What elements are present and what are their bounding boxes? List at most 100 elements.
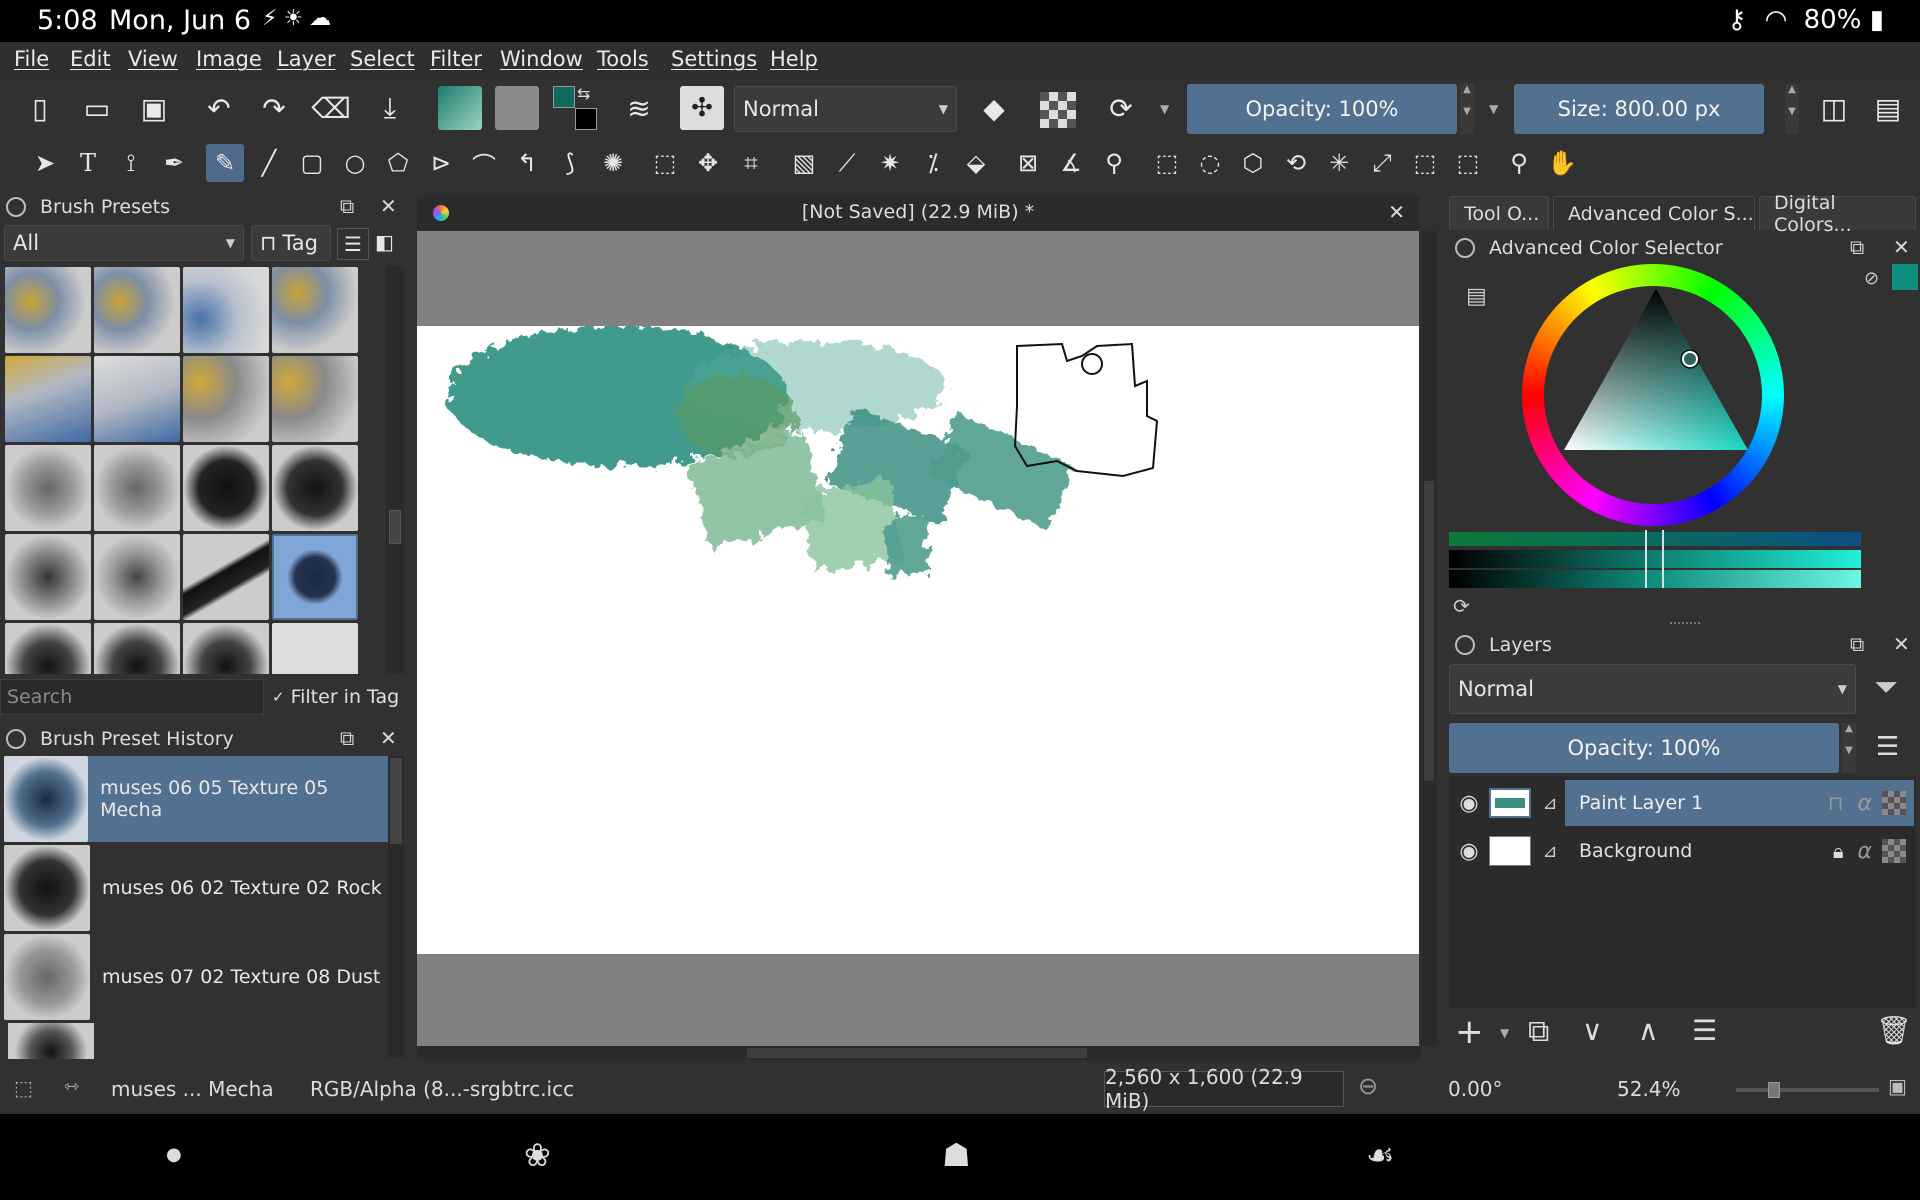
hue-shade-slider[interactable] bbox=[1449, 532, 1861, 546]
brush-preset-thumb[interactable] bbox=[272, 356, 358, 442]
history-thumb[interactable] bbox=[8, 1023, 94, 1059]
line-tool-icon[interactable]: ╱ bbox=[250, 144, 288, 182]
layer-name-cell[interactable]: Background 🔒︎ α bbox=[1565, 828, 1914, 874]
dock-lock-icon[interactable] bbox=[6, 197, 26, 217]
dock-splitter[interactable] bbox=[1670, 622, 1700, 625]
canvas-horizontal-scrollbar[interactable] bbox=[417, 1046, 1421, 1060]
eye-icon[interactable]: ◉ bbox=[1449, 839, 1489, 864]
refresh-icon[interactable]: ⟳ bbox=[1453, 594, 1470, 618]
layer-row[interactable]: ◉ ⊿ Paint Layer 1 ⊓ α bbox=[1449, 780, 1916, 826]
layer-menu-icon[interactable]: ☰ bbox=[1876, 732, 1899, 762]
workspace-icon[interactable]: ▤ bbox=[1868, 88, 1908, 128]
eye-icon[interactable]: ◉ bbox=[1449, 791, 1489, 816]
filter-in-tag-checkbox[interactable]: ✓ Filter in Tag bbox=[272, 686, 399, 708]
move-tool-icon[interactable]: ✥ bbox=[689, 144, 727, 182]
mirror-horizontal-icon[interactable]: ◫ bbox=[1814, 88, 1854, 128]
size-slider[interactable]: Size: 800.00 px bbox=[1514, 84, 1764, 134]
dock-lock-icon[interactable] bbox=[6, 729, 26, 749]
reload-preset-icon[interactable]: ⟳ bbox=[1101, 88, 1141, 128]
brush-preset-thumb[interactable] bbox=[5, 267, 91, 353]
no-color-icon[interactable]: ⊘ bbox=[1864, 268, 1879, 289]
wrap-around-icon[interactable]: ⇿ bbox=[64, 1076, 79, 1097]
bezier-tool-icon[interactable]: ⌒ bbox=[465, 144, 503, 182]
rectangle-tool-icon[interactable]: ▢ bbox=[293, 144, 331, 182]
redo-icon[interactable]: ↷ bbox=[254, 88, 294, 128]
brush-preset-thumb[interactable] bbox=[5, 623, 91, 674]
swap-colors-icon[interactable]: ⇆ bbox=[577, 84, 590, 103]
opacity-spinner[interactable]: ▲ ▼ bbox=[1460, 84, 1474, 134]
tag-filter-select[interactable]: All ▼ bbox=[4, 225, 244, 261]
chevron-down-icon[interactable]: ▼ bbox=[1500, 1026, 1509, 1040]
paw-icon[interactable]: ❀ bbox=[524, 1136, 551, 1174]
close-icon[interactable]: ✕ bbox=[380, 726, 397, 750]
brush-preset-thumb-selected[interactable] bbox=[272, 534, 358, 620]
freehand-path-tool-icon[interactable]: ↰ bbox=[508, 144, 546, 182]
select-shapes-tool-icon[interactable]: ➤ bbox=[26, 144, 64, 182]
measure-tool-icon[interactable]: ∡ bbox=[1052, 144, 1090, 182]
polyline-tool-icon[interactable]: ⊳ bbox=[422, 144, 460, 182]
menu-file[interactable]: File bbox=[14, 47, 49, 71]
value-shade-slider[interactable] bbox=[1449, 550, 1861, 568]
preset-scrollbar[interactable] bbox=[386, 266, 404, 674]
close-icon[interactable]: ✕ bbox=[1893, 632, 1910, 656]
open-folder-icon[interactable]: ▭ bbox=[77, 88, 117, 128]
history-item[interactable]: muses 06 05 Texture 05 Mecha bbox=[4, 756, 390, 842]
brush-preset-thumb[interactable] bbox=[5, 356, 91, 442]
freehand-brush-tool-icon[interactable]: ✎ bbox=[206, 144, 244, 182]
menu-layer[interactable]: Layer bbox=[277, 47, 336, 71]
close-icon[interactable]: ✕ bbox=[1893, 235, 1910, 259]
brush-preset-thumb[interactable] bbox=[94, 534, 180, 620]
assistant-tool-icon[interactable]: ⁒ bbox=[914, 144, 952, 182]
smart-patch-tool-icon[interactable]: ✷ bbox=[871, 144, 909, 182]
selection-mode-icon[interactable]: ⬚ bbox=[14, 1076, 33, 1100]
edit-shapes-tool-icon[interactable]: ⟟ bbox=[112, 144, 150, 182]
ellipse-select-tool-icon[interactable]: ◌ bbox=[1191, 144, 1229, 182]
unlock-icon[interactable]: ⊓ bbox=[1828, 791, 1844, 815]
brush-preset-thumb[interactable] bbox=[94, 445, 180, 531]
canvas-paper[interactable] bbox=[417, 326, 1419, 954]
add-layer-icon[interactable]: + bbox=[1455, 1012, 1484, 1052]
float-dock-icon[interactable]: ⧉ bbox=[1850, 632, 1864, 656]
foreground-color[interactable] bbox=[553, 86, 575, 108]
saturation-value-triangle[interactable] bbox=[1522, 264, 1784, 526]
layer-blend-mode-select[interactable]: Normal ▼ bbox=[1449, 664, 1856, 714]
chevron-down-icon[interactable]: ▼ bbox=[1160, 102, 1169, 116]
layer-row[interactable]: ◉ ⊿ Background 🔒︎ α bbox=[1449, 828, 1916, 874]
brush-preset-thumb[interactable] bbox=[272, 623, 358, 674]
dock-lock-icon[interactable] bbox=[1455, 238, 1475, 258]
cat-home-icon[interactable]: ☗ bbox=[942, 1136, 971, 1174]
multibrush-tool-icon[interactable]: ✺ bbox=[594, 144, 632, 182]
magnetic-select-tool-icon[interactable]: ⬚ bbox=[1449, 144, 1487, 182]
rect-select-tool-icon[interactable]: ⬚ bbox=[1148, 144, 1186, 182]
view-mode-icon[interactable]: ☰ bbox=[337, 228, 369, 260]
canvas-vertical-scrollbar[interactable] bbox=[1421, 231, 1437, 1046]
lock-icon[interactable]: 🔒︎ bbox=[1833, 839, 1844, 863]
alpha-lock-icon[interactable] bbox=[1040, 92, 1076, 128]
layer-filter-icon[interactable]: ⏷ bbox=[1874, 670, 1898, 705]
brush-settings-icon[interactable]: ≋ bbox=[619, 88, 659, 128]
brush-preset-thumb[interactable] bbox=[5, 445, 91, 531]
new-document-icon[interactable]: ▯ bbox=[20, 88, 60, 128]
size-spinner[interactable]: ▲ ▼ bbox=[1785, 84, 1799, 134]
alpha-lock-icon[interactable] bbox=[1882, 791, 1906, 815]
float-dock-icon[interactable]: ⧉ bbox=[1850, 235, 1864, 259]
freehand-select-tool-icon[interactable]: ⟲ bbox=[1277, 144, 1315, 182]
float-dock-icon[interactable]: ⧉ bbox=[340, 726, 354, 750]
bezier-select-tool-icon[interactable]: ⬚ bbox=[1406, 144, 1444, 182]
fit-view-icon[interactable]: ▣ bbox=[1888, 1074, 1907, 1098]
pan-tool-icon[interactable]: ✋ bbox=[1543, 144, 1581, 182]
cat-back-icon[interactable]: ☙ bbox=[1366, 1136, 1395, 1174]
history-scrollbar[interactable] bbox=[388, 756, 404, 1058]
menu-image[interactable]: Image bbox=[196, 47, 262, 71]
layer-name-cell[interactable]: Paint Layer 1 ⊓ α bbox=[1565, 780, 1914, 826]
layer-properties-icon[interactable]: ☰ bbox=[1692, 1014, 1717, 1047]
zoom-slider[interactable] bbox=[1736, 1082, 1879, 1098]
chevron-down-icon[interactable]: ▼ bbox=[1489, 102, 1498, 116]
duplicate-layer-icon[interactable]: ⧉ bbox=[1528, 1014, 1549, 1049]
reference-tool-icon[interactable]: ⚲ bbox=[1095, 144, 1133, 182]
polygon-tool-icon[interactable]: ⬠ bbox=[379, 144, 417, 182]
rotation-dial-icon[interactable]: ⊖ bbox=[1358, 1072, 1378, 1100]
delete-layer-icon[interactable]: 🗑︎ bbox=[1876, 1014, 1912, 1047]
opacity-slider[interactable]: Opacity: 100% bbox=[1187, 84, 1457, 134]
color-picker-tool-icon[interactable]: ⟋ bbox=[828, 144, 866, 182]
